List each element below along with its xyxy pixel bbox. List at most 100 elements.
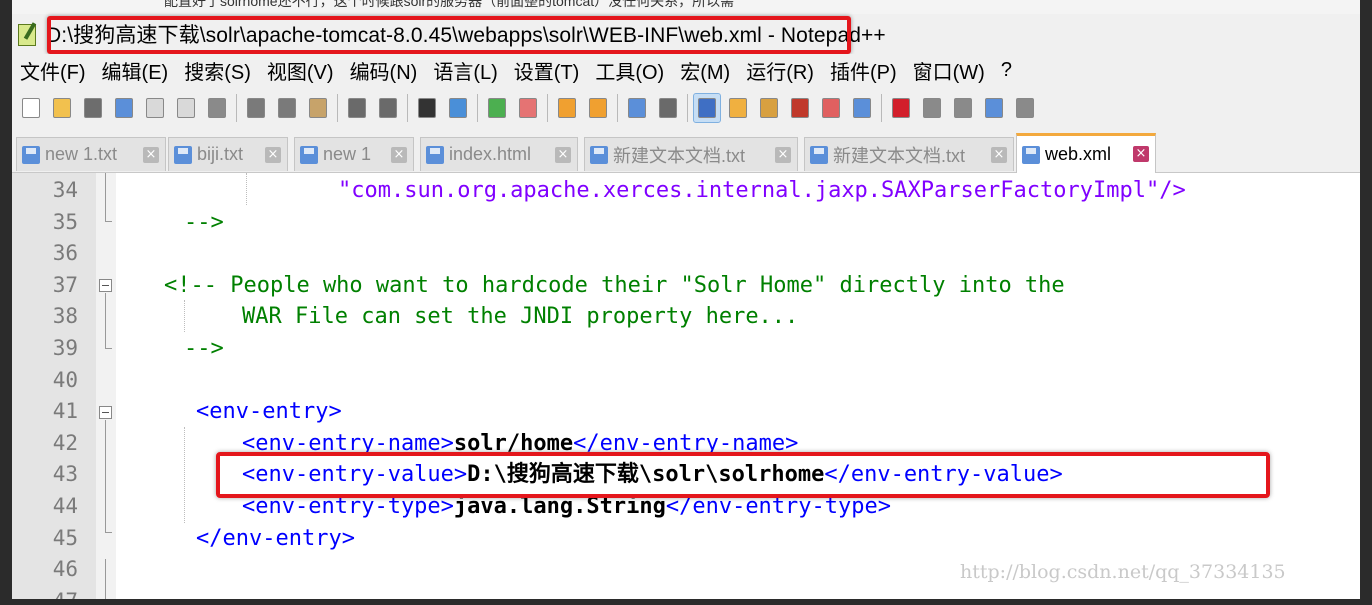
toolbar [12,87,1360,129]
menu-item[interactable]: ? [993,59,1020,82]
function-list-button[interactable] [787,94,813,122]
menu-item[interactable]: 宏(M) [672,56,738,85]
new-file-button[interactable] [18,94,44,122]
line-code: --> [184,333,224,365]
menu-item[interactable]: 插件(P) [822,56,905,85]
code-line[interactable]: 38 WAR File can set the JNDI property her… [12,301,1360,333]
watermark: http://blog.csdn.net/qq_37334135 [960,561,1286,583]
undo-button[interactable] [344,94,370,122]
close-button[interactable] [142,94,168,122]
close-all-button[interactable] [173,94,199,122]
tab-label: 新建文本文档.txt [613,145,746,166]
menu-item[interactable]: 文件(F) [12,56,94,85]
tab[interactable]: web.xml × [1016,133,1156,173]
line-code: <env-entry> [196,396,342,428]
code-line[interactable]: 41 <env-entry> [12,396,1360,428]
code-line[interactable]: 37 <!-- People who want to hardcode their… [12,270,1360,302]
code-highlight-box [216,452,1270,498]
show-all-chars-button[interactable] [655,94,681,122]
line-number: 37 [52,272,78,297]
toolbar-separator [687,94,688,122]
tab[interactable]: new 1.txt × [16,137,166,171]
code-line[interactable]: 36 [12,238,1360,270]
folder-workspace-icon [822,98,840,118]
run-macro-multiple-button[interactable] [981,94,1007,122]
menu-item[interactable]: 搜索(S) [176,56,259,85]
tab[interactable]: index.html × [420,137,578,171]
paste-button[interactable] [305,94,331,122]
line-code: "com.sun.org.apache.xerces.internal.jaxp… [338,175,1186,207]
close-tab-icon[interactable]: × [775,147,791,163]
indent-guide-button[interactable] [693,93,721,123]
zoom-out-button[interactable] [515,94,541,122]
xml-comment: <!-- People who want to hardcode their "… [164,272,1065,298]
save-button[interactable] [80,94,106,122]
stop-record-button[interactable] [919,94,945,122]
menu-item[interactable]: 运行(R) [738,56,822,85]
menu-item[interactable]: 语言(L) [425,56,505,85]
line-number: 34 [52,178,78,202]
playback-macro-icon [954,98,972,118]
function-list-icon [791,98,809,118]
playback-macro-button[interactable] [950,94,976,122]
copy-button[interactable] [274,94,300,122]
menu-item[interactable]: 设置(T) [506,56,588,85]
print-button[interactable] [204,94,230,122]
code-line[interactable]: 40 [12,365,1360,397]
open-file-button[interactable] [49,94,75,122]
close-tab-icon[interactable]: × [555,147,571,163]
monitoring-button[interactable] [849,94,875,122]
run-macro-multiple-icon [985,98,1003,118]
print-icon [208,98,226,118]
tab[interactable]: 新建文本文档.txt × [584,137,798,171]
user-lang-button[interactable] [725,94,751,122]
redo-button[interactable] [375,94,401,122]
new-file-icon [22,98,40,118]
line-number: 42 [52,430,78,455]
tab[interactable]: new 1 × [294,137,414,171]
menu-item[interactable]: 编辑(E) [94,56,177,85]
word-wrap-button[interactable] [624,94,650,122]
sync-horizontal-button[interactable] [585,94,611,122]
tab-label: index.html [449,144,532,164]
close-tab-icon[interactable]: × [143,147,159,163]
page-caption: 配置好了solrhome还不行，这个时候跟solr的服务器（前面整的tomcat… [12,0,1360,14]
line-code: </env-entry> [196,523,355,555]
undo-icon [348,98,366,118]
doc-map-button[interactable] [756,94,782,122]
toolbar-separator [337,94,338,122]
tab-bar: new 1.txt × biji.txt × new 1 × index.html × 新建文本… [12,129,1360,173]
zoom-in-button[interactable] [484,94,510,122]
menu-item[interactable]: 工具(O) [587,56,672,85]
record-macro-button[interactable] [888,94,914,122]
show-all-chars-icon [659,98,677,118]
copy-icon [278,98,296,118]
code-editor[interactable]: 34 "com.sun.org.apache.xerces.internal.ja… [12,173,1360,599]
menu-item[interactable]: 编码(N) [342,56,426,85]
code-line[interactable]: 47 [12,586,1360,599]
tab[interactable]: biji.txt × [168,137,288,171]
find-button[interactable] [414,94,440,122]
replace-button[interactable] [445,94,471,122]
floppy-disk-icon [21,144,41,166]
save-macro-button[interactable] [1012,94,1038,122]
code-line[interactable]: 39 --> [12,333,1360,365]
save-macro-icon [1016,98,1034,118]
close-tab-icon[interactable]: × [991,147,1007,163]
tab[interactable]: 新建文本文档.txt × [804,137,1014,171]
menu-item[interactable]: 窗口(W) [905,56,993,85]
folder-workspace-button[interactable] [818,94,844,122]
save-all-button[interactable] [111,94,137,122]
code-line[interactable]: 35 --> [12,207,1360,239]
replace-icon [449,98,467,118]
close-tab-icon[interactable]: × [391,147,407,163]
xml-tag: <env-entry> [196,399,342,425]
toolbar-separator [407,94,408,122]
sync-vertical-button[interactable] [554,94,580,122]
menu-item[interactable]: 视图(V) [259,56,342,85]
cut-button[interactable] [243,94,269,122]
code-line[interactable]: 34 "com.sun.org.apache.xerces.internal.ja… [12,175,1360,207]
code-line[interactable]: 45 </env-entry> [12,523,1360,555]
close-tab-icon[interactable]: × [265,147,281,163]
close-tab-icon[interactable]: × [1133,146,1149,162]
